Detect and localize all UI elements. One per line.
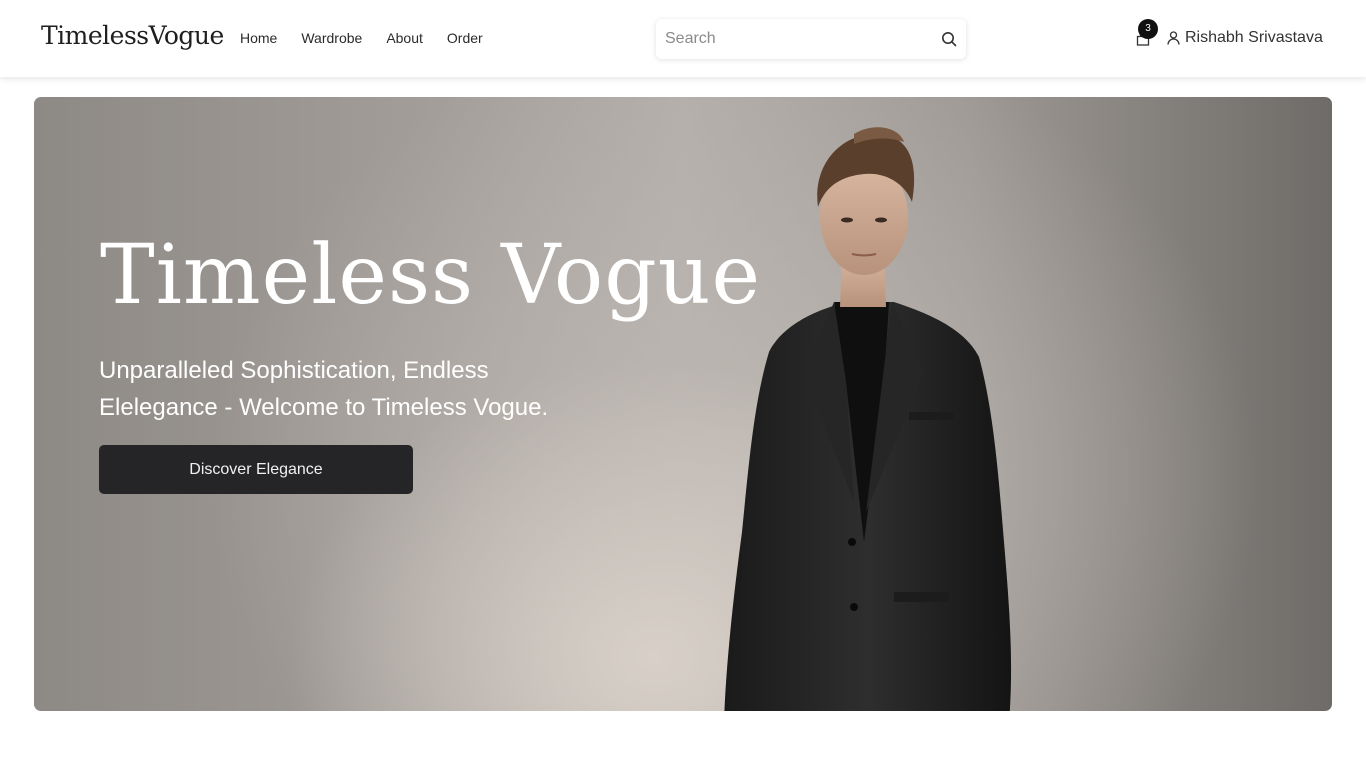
nav-home[interactable]: Home (240, 30, 277, 46)
nav-about[interactable]: About (386, 30, 423, 46)
hero-model-image (724, 127, 1012, 711)
site-logo[interactable]: TimelessVogue (41, 21, 224, 50)
user-icon (1167, 31, 1180, 45)
nav-order[interactable]: Order (447, 30, 483, 46)
hero-subtitle-line-1: Unparalleled Sophistication, Endless (99, 357, 489, 384)
discover-elegance-button[interactable]: Discover Elegance (99, 445, 413, 494)
hero-banner: Timeless Vogue Unparalleled Sophisticati… (34, 97, 1332, 711)
search-input[interactable] (665, 28, 925, 50)
cart-count-badge: 3 (1138, 19, 1158, 39)
nav-wardrobe[interactable]: Wardrobe (301, 30, 362, 46)
hero-subtitle-line-2: Elelegance - Welcome to Timeless Vogue. (99, 394, 549, 421)
site-header: TimelessVogue Home Wardrobe About Order … (0, 0, 1366, 77)
main-nav: Home Wardrobe About Order (240, 30, 507, 46)
search-icon[interactable] (941, 31, 957, 47)
user-account[interactable]: Rishabh Srivastava (1167, 29, 1323, 47)
hero-subtitle: Unparalleled Sophistication, Endless Ele… (99, 352, 599, 426)
hero-title: Timeless Vogue (100, 228, 762, 323)
user-name: Rishabh Srivastava (1185, 29, 1323, 46)
search-box (656, 19, 966, 59)
